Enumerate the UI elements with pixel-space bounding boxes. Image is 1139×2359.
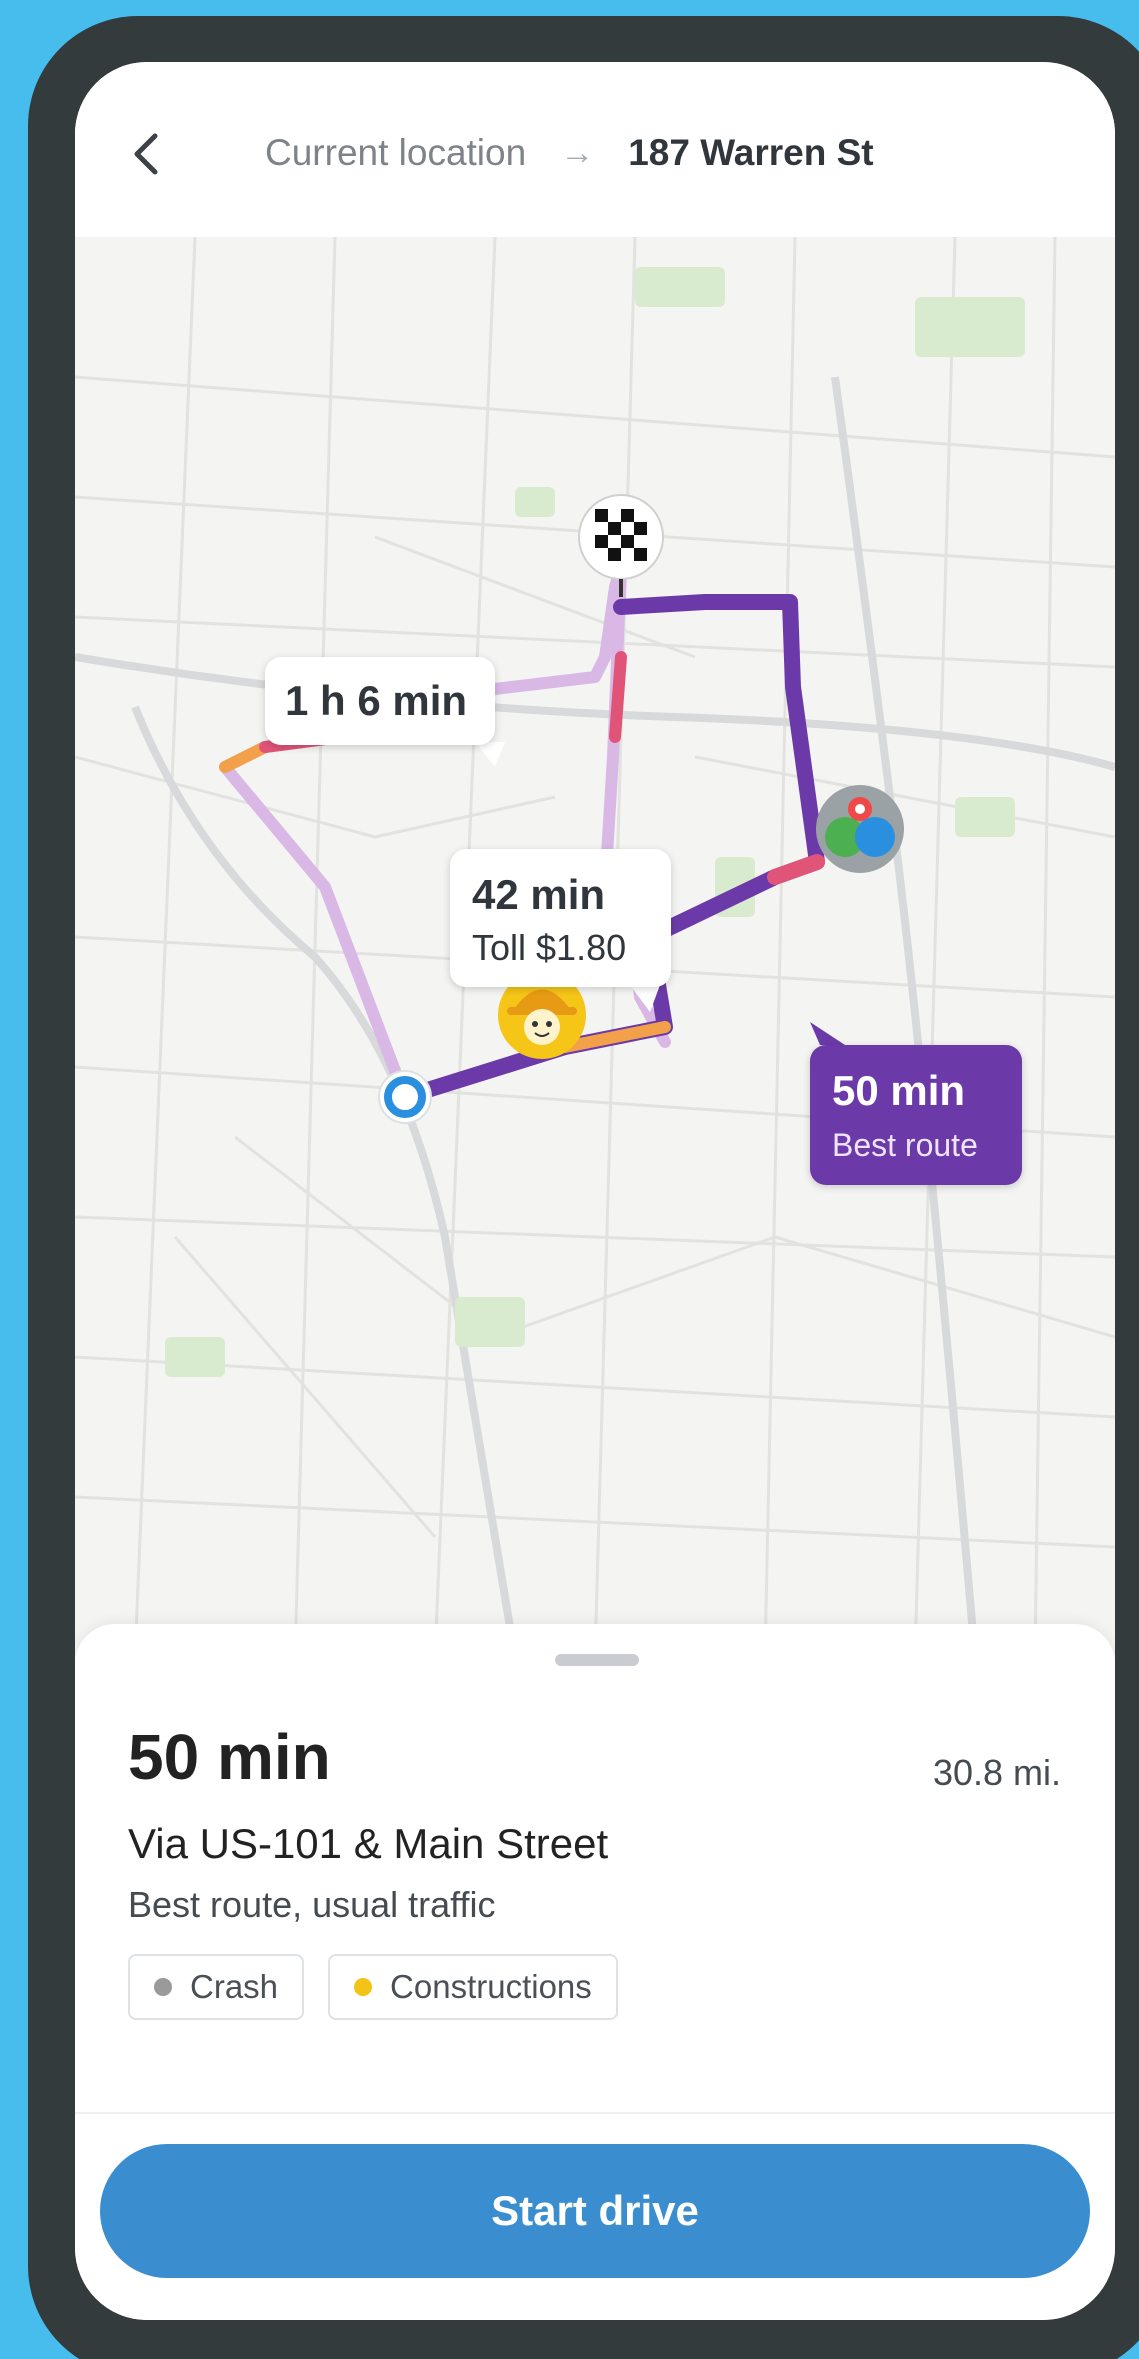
route-alt-1-time-bubble[interactable]: 1 h 6 min: [265, 657, 495, 745]
route-summary[interactable]: Current location → 187 Warren St: [265, 132, 874, 174]
bubble-1-pointer: [475, 742, 505, 767]
route-alt-2-time: 42 min: [472, 871, 606, 918]
route-alt-1-moderate-traffic: [219, 741, 271, 773]
crash-dot-icon: [154, 1978, 172, 1996]
origin-label: Current location: [265, 132, 527, 173]
best-route-time-bubble[interactable]: 50 min Best route: [810, 1045, 1022, 1185]
route-details-sheet[interactable]: 50 min 30.8 mi. Via US-101 & Main Street…: [75, 1624, 1115, 2184]
route-alt-1-time: 1 h 6 min: [285, 677, 468, 724]
tag-constructions[interactable]: Constructions: [328, 1954, 618, 2020]
route-alt-2-time-bubble[interactable]: 42 min Toll $1.80: [450, 849, 671, 987]
route-duration: 50 min: [128, 1721, 331, 1793]
route-via: Via US-101 & Main Street: [128, 1820, 609, 1867]
arrow-right-icon: →: [560, 133, 595, 172]
route-alt-2-toll: Toll $1.80: [472, 927, 627, 968]
route-alert-tags: Crash Constructions: [128, 1954, 618, 2020]
construction-dot-icon: [354, 1978, 373, 1996]
route-alt-2-heavy-traffic: [609, 651, 627, 743]
tag-constructions-label: Constructions: [390, 1968, 592, 2005]
destination-label: 187 Warren St: [628, 132, 874, 173]
best-route-label: Best route: [832, 1127, 978, 1163]
header: Current location → 187 Warren St: [75, 62, 1115, 237]
start-drive-button[interactable]: Start drive: [100, 2144, 1090, 2278]
route-distance: 30.8 mi.: [932, 1752, 1061, 1793]
best-route-time: 50 min: [832, 1067, 966, 1114]
tag-crash-label: Crash: [190, 1968, 279, 2005]
bubble-3-pointer: [810, 1022, 845, 1045]
map-view[interactable]: 1 h 6 min 42 min Toll $1.80 50 min Best …: [75, 237, 1115, 1657]
sheet-drag-handle[interactable]: [555, 1654, 639, 1666]
footer: Start drive: [75, 2112, 1115, 2320]
back-button[interactable]: [117, 124, 177, 184]
crash-icon[interactable]: [816, 785, 904, 873]
route-description: Best route, usual traffic: [128, 1884, 496, 1925]
current-location-icon[interactable]: [378, 1070, 432, 1124]
chevron-left-icon: [134, 133, 158, 175]
tag-crash[interactable]: Crash: [128, 1954, 305, 2020]
destination-flag-icon[interactable]: [578, 494, 664, 597]
app-screen: Current location → 187 Warren St 1 h 6 m…: [75, 62, 1115, 2320]
